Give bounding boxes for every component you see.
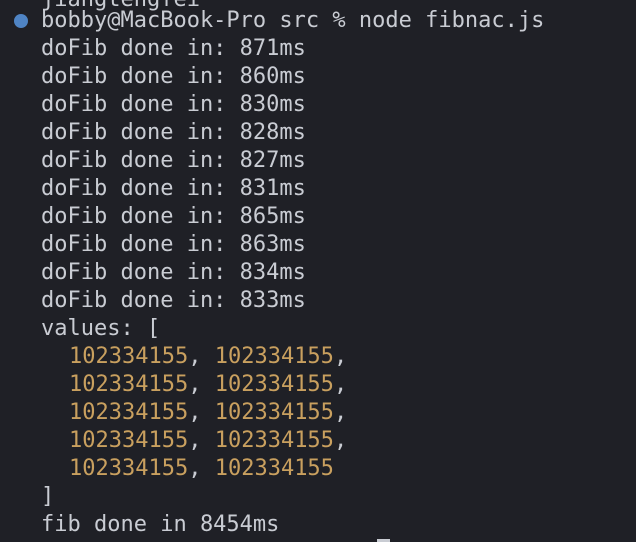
output-line: doFib done in: 828ms bbox=[41, 120, 306, 145]
values-array-open: values: [ bbox=[41, 316, 161, 341]
array-separator: , bbox=[333, 428, 348, 453]
array-value: 102334155 bbox=[214, 372, 334, 397]
final-output-line: fib done in 8454ms bbox=[41, 512, 280, 537]
array-value: 102334155 bbox=[69, 400, 189, 425]
command-prompt-line: bobby@MacBook-Pro src % node fibnac.js bbox=[41, 8, 545, 33]
values-array-row: 102334155, 102334155, bbox=[69, 399, 347, 427]
values-array-row: 102334155, 102334155, bbox=[69, 427, 347, 455]
output-line: doFib done in: 833ms bbox=[41, 288, 306, 313]
array-value: 102334155 bbox=[69, 428, 189, 453]
output-line: doFib done in: 827ms bbox=[41, 148, 306, 173]
array-separator: , bbox=[188, 372, 215, 397]
array-value: 102334155 bbox=[69, 456, 189, 481]
array-value: 102334155 bbox=[69, 372, 189, 397]
array-separator: , bbox=[333, 372, 348, 397]
array-value: 102334155 bbox=[214, 428, 334, 453]
terminal-window[interactable]: jiangtengfei bobby@MacBook-Pro src % nod… bbox=[0, 0, 636, 542]
array-value: 102334155 bbox=[214, 456, 334, 481]
output-line: doFib done in: 871ms bbox=[41, 36, 306, 61]
array-separator: , bbox=[188, 428, 215, 453]
values-array-close: ] bbox=[41, 484, 55, 509]
output-line: doFib done in: 860ms bbox=[41, 64, 306, 89]
array-separator: , bbox=[188, 400, 215, 425]
output-line: doFib done in: 863ms bbox=[41, 232, 306, 257]
values-array-row: 102334155, 102334155, bbox=[69, 343, 347, 371]
array-value: 102334155 bbox=[214, 400, 334, 425]
output-line: doFib done in: 834ms bbox=[41, 260, 306, 285]
values-array-row: 102334155, 102334155, bbox=[69, 371, 347, 399]
array-separator: , bbox=[333, 400, 348, 425]
array-separator: , bbox=[188, 344, 215, 369]
array-value: 102334155 bbox=[214, 344, 334, 369]
array-separator: , bbox=[333, 344, 348, 369]
values-array-row: 102334155, 102334155 bbox=[69, 455, 334, 483]
output-line: doFib done in: 831ms bbox=[41, 176, 306, 201]
array-separator: , bbox=[188, 456, 215, 481]
array-value: 102334155 bbox=[69, 344, 189, 369]
output-line: doFib done in: 865ms bbox=[41, 204, 306, 229]
prompt-status-icon bbox=[14, 14, 28, 28]
output-line: doFib done in: 830ms bbox=[41, 92, 306, 117]
